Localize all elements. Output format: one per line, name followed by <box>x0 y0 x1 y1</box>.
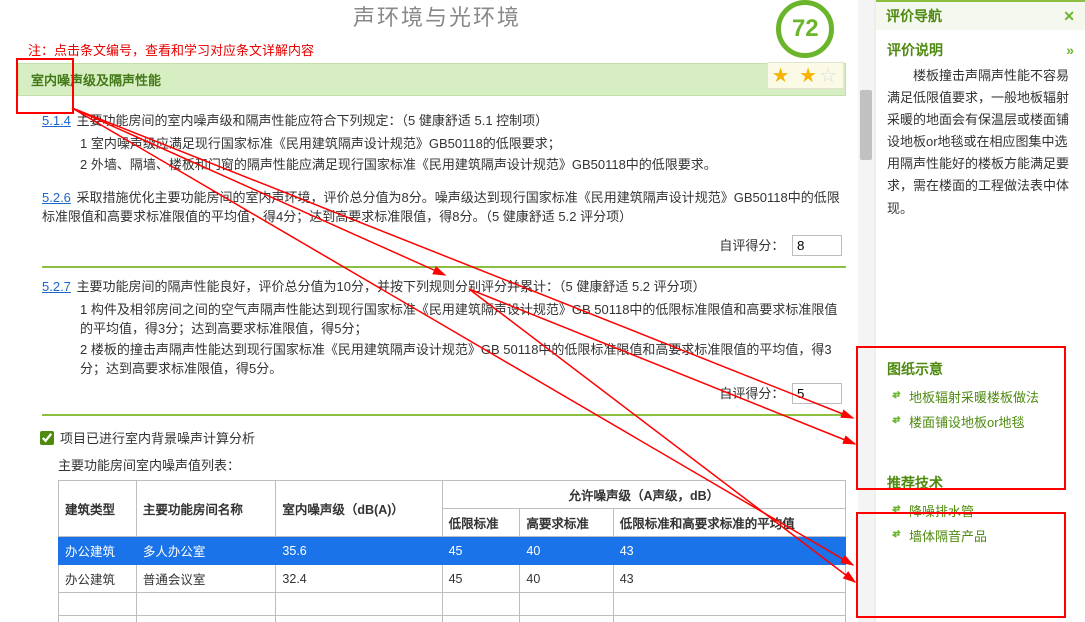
sidebar-explain-header[interactable]: 评价说明 » <box>887 37 1074 65</box>
tech-link-2[interactable]: 墙体隔音产品 <box>887 523 1074 548</box>
cell-type: 办公建筑 <box>59 565 137 593</box>
share-icon <box>887 527 903 543</box>
cell-avg: 43 <box>613 565 845 593</box>
th-type: 建筑类型 <box>59 481 137 537</box>
cell-db: 35.6 <box>276 537 442 565</box>
tech-link-1[interactable]: 降噪排水管 <box>887 498 1074 523</box>
score-input-527[interactable] <box>792 383 842 404</box>
section-header: 室内噪声级及隔声性能 <box>18 63 846 96</box>
score-input-526[interactable] <box>792 235 842 256</box>
clause-526-text: 采取措施优化主要功能房间的室内声环境，评价总分值为8分。噪声级达到现行国家标准《… <box>42 190 840 224</box>
close-icon[interactable]: ✕ <box>1063 8 1075 25</box>
clause-514-text: 主要功能房间的室内噪声级和隔声性能应符合下列规定：（5 健康舒适 5.1 控制项… <box>77 113 549 128</box>
note-hint: 注：点击条文编号，查看和学习对应条文详解内容 <box>0 40 874 63</box>
stars-full: ★ ★ <box>772 65 819 87</box>
clause-no-514[interactable]: 5.1.4 <box>42 113 71 128</box>
sidebar-explain-title: 评价说明 <box>887 40 943 60</box>
score-label-527: 自评得分： <box>719 386 784 401</box>
sidebar-nav-header[interactable]: 评价导航 ✕ <box>876 0 1085 30</box>
cell-room: 多人办公室 <box>136 537 276 565</box>
drawing-link-2-label: 楼面铺设地板or地毯 <box>909 412 1025 431</box>
clause-no-526[interactable]: 5.2.6 <box>42 190 71 205</box>
page-title: 声环境与光环境 <box>0 0 874 40</box>
th-room: 主要功能房间名称 <box>136 481 276 537</box>
drawing-link-2[interactable]: 楼面铺设地板or地毯 <box>887 409 1074 434</box>
table-row-empty[interactable] <box>59 593 846 616</box>
drawing-link-1[interactable]: 地板辐射采暖楼板做法 <box>887 384 1074 409</box>
clause-527-sub2: 2 楼板的撞击声隔声性能达到现行国家标准《民用建筑隔声设计规范》GB 50118… <box>80 339 846 377</box>
clause-527-sub1: 1 构件及相邻房间之间的空气声隔声性能达到现行国家标准《民用建筑隔声设计规范》G… <box>80 299 846 337</box>
analysis-checkbox-label: 项目已进行室内背景噪声计算分析 <box>60 428 255 447</box>
th-allow: 允许噪声级（A声级，dB） <box>442 481 845 509</box>
cell-low: 45 <box>442 537 520 565</box>
share-icon <box>887 388 903 404</box>
cell-type: 办公建筑 <box>59 537 137 565</box>
tech-link-1-label: 降噪排水管 <box>909 501 974 520</box>
clause-527-text: 主要功能房间的隔声性能良好，评价总分值为10分，并按下列规则分别评分并累计：（5… <box>77 279 706 294</box>
cell-low: 45 <box>442 565 520 593</box>
clause-514-sub1: 1 室内噪声级应满足现行国家标准《民用建筑隔声设计规范》GB50118的低限要求… <box>80 133 846 152</box>
sidebar-tech-title: 推荐技术 <box>887 473 943 493</box>
clause-527: 5.2.7 主要功能房间的隔声性能良好，评价总分值为10分，并按下列规则分别评分… <box>42 276 846 295</box>
th-db: 室内噪声级（dB(A)） <box>276 481 442 537</box>
noise-table-title: 主要功能房间室内噪声值列表： <box>58 455 846 474</box>
th-high: 高要求标准 <box>520 509 613 537</box>
score-label-526: 自评得分： <box>719 238 784 253</box>
cell-db: 32.4 <box>276 565 442 593</box>
stars-empty: ☆ <box>819 65 839 87</box>
table-row[interactable]: 办公建筑 普通会议室 32.4 45 40 43 <box>59 565 846 593</box>
clause-no-527[interactable]: 5.2.7 <box>42 279 71 294</box>
main-scrollbar[interactable] <box>858 0 874 622</box>
th-avg: 低限标准和高要求标准的平均值 <box>613 509 845 537</box>
chevron-down-icon[interactable]: » <box>1066 42 1074 58</box>
cell-high: 40 <box>520 537 613 565</box>
score-badge: 72 ★ ★☆ <box>767 0 844 89</box>
sidebar-explain-text: 楼板撞击声隔声性能不容易满足低限值要求，一般地板辐射采暖的地面会有保温层或楼面铺… <box>887 65 1074 220</box>
share-icon <box>887 413 903 429</box>
noise-table: 建筑类型 主要功能房间名称 室内噪声级（dB(A)） 允许噪声级（A声级，dB）… <box>58 480 846 622</box>
scrollbar-thumb[interactable] <box>860 90 872 160</box>
sidebar-drawings-header[interactable]: 图纸示意 <box>887 356 1074 384</box>
cell-avg: 43 <box>613 537 845 565</box>
cell-high: 40 <box>520 565 613 593</box>
table-row-empty[interactable] <box>59 616 846 622</box>
share-icon <box>887 502 903 518</box>
th-low: 低限标准 <box>442 509 520 537</box>
sidebar-nav-title: 评价导航 <box>886 6 942 26</box>
clause-526: 5.2.6 采取措施优化主要功能房间的室内声环境，评价总分值为8分。噪声级达到现… <box>42 187 846 225</box>
sidebar-tech-header[interactable]: 推荐技术 <box>887 470 1074 498</box>
score-stars: ★ ★☆ <box>767 62 844 89</box>
drawing-link-1-label: 地板辐射采暖楼板做法 <box>909 387 1039 406</box>
clause-514: 5.1.4 主要功能房间的室内噪声级和隔声性能应符合下列规定：（5 健康舒适 5… <box>42 110 846 129</box>
cell-room: 普通会议室 <box>136 565 276 593</box>
analysis-checkbox[interactable] <box>40 431 54 445</box>
table-row[interactable]: 办公建筑 多人办公室 35.6 45 40 43 <box>59 537 846 565</box>
score-circle: 72 <box>776 0 834 58</box>
sidebar-drawings-title: 图纸示意 <box>887 359 943 379</box>
clause-514-sub2: 2 外墙、隔墙、楼板和门窗的隔声性能应满足现行国家标准《民用建筑隔声设计规范》G… <box>80 154 846 173</box>
tech-link-2-label: 墙体隔音产品 <box>909 526 987 545</box>
score-row-526: 自评得分： <box>42 229 846 268</box>
score-row-527: 自评得分： <box>42 377 846 416</box>
